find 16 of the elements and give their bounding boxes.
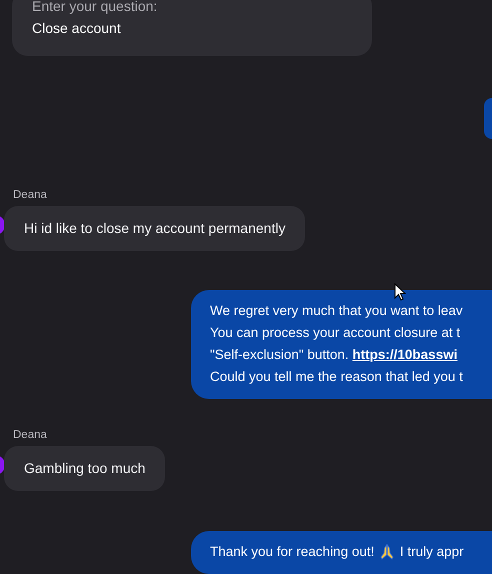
message-link[interactable]: https://10basswi <box>352 346 458 363</box>
message-text: Could you tell me the reason that led you t <box>210 368 463 385</box>
message-bubble: Hi id like to close my account permanently <box>4 206 306 251</box>
pointer-icon <box>394 283 406 301</box>
sender-name: Deana <box>13 428 48 442</box>
message-text: Close account <box>32 20 122 36</box>
message-text: Thank you for reaching out! <box>210 543 376 560</box>
message-text: "Self-exclusion" button. <box>210 346 350 363</box>
message-bubble <box>484 98 492 139</box>
message-text: We regret very much that you want to leav <box>210 302 463 319</box>
message-text: I truly appr <box>398 543 464 560</box>
message-bubble: Gambling too much <box>4 446 166 491</box>
message-text: You can process your account closure at t <box>210 324 460 341</box>
message-text: Enter your question: <box>32 0 158 14</box>
sender-name: Deana <box>13 188 48 202</box>
praying-hands-icon <box>380 544 394 560</box>
